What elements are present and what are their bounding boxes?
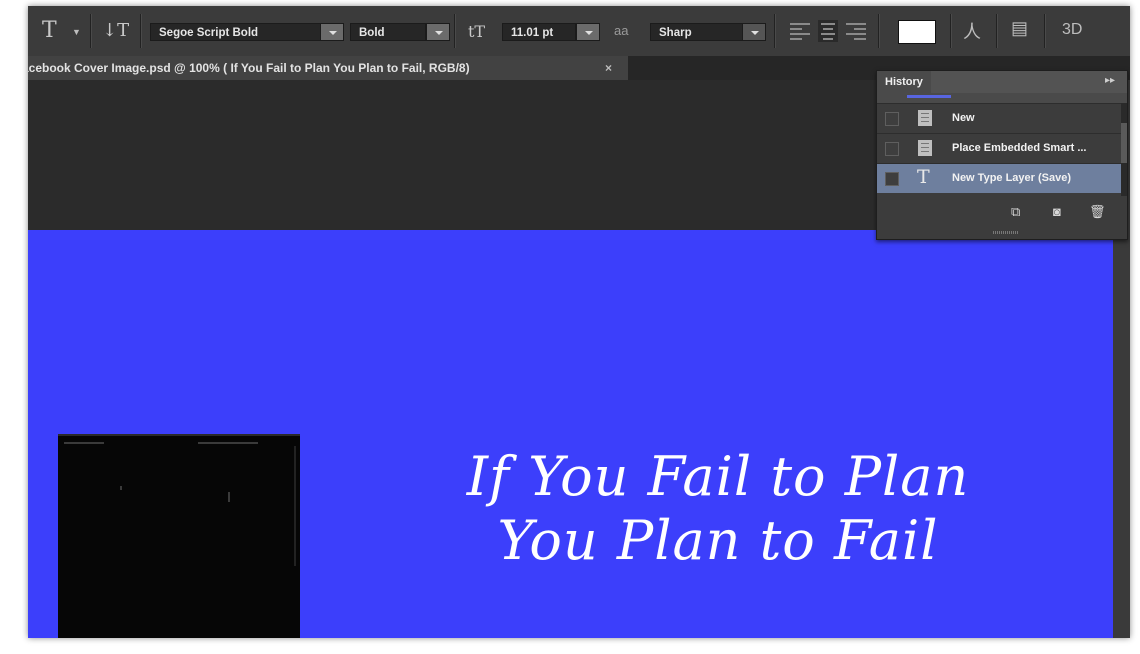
antialias-dropdown-button[interactable] [742,23,766,41]
divider [1044,14,1045,48]
document-icon [918,140,932,156]
text-orientation-icon[interactable]: ↓T [102,20,129,41]
document-tab-title: acebook Cover Image.psd @ 100% ( If You … [28,61,470,75]
font-style-field[interactable]: Bold [350,23,426,41]
close-tab-icon[interactable]: × [605,56,612,80]
panel-collapse-icon[interactable]: ▸▸ [1105,75,1115,86]
photo-detail [198,442,258,444]
font-family-field[interactable]: Segoe Script Bold [150,23,322,41]
divider [996,14,997,48]
font-size-field[interactable]: 11.01 pt [502,23,576,41]
photo-detail [120,486,122,490]
divider [878,14,879,48]
divider [90,14,91,48]
camera-icon[interactable]: ◙ [1053,204,1061,219]
history-source-checkbox[interactable] [885,142,899,156]
quote-line-1: If You Fail to Plan [466,445,970,508]
history-item-label: New Type Layer (Save) [952,172,1072,184]
photo-detail [228,492,230,502]
quote-line-2: You Plan to Fail [497,509,939,572]
photo-detail [64,442,104,444]
tool-preset-dropdown-icon[interactable]: ▼ [72,27,81,37]
text-color-swatch[interactable] [898,20,936,44]
document-tab[interactable]: acebook Cover Image.psd @ 100% ( If You … [28,56,628,80]
history-item-label: New [952,112,975,124]
type-layer-icon: T [917,166,930,188]
history-footer: ⧉ ◙ 🗑 [877,196,1127,226]
divider [774,14,775,48]
font-family-dropdown-button[interactable] [320,23,344,41]
align-center-button[interactable] [818,20,838,42]
history-source-checkbox[interactable] [885,172,899,186]
antialias-icon: aa [614,23,629,38]
type-tool-icon[interactable]: T [42,18,57,43]
photoshop-window: T ▼ ↓T Segoe Script Bold Bold tT 11.01 p… [28,6,1130,638]
divider [140,14,141,48]
placed-photo[interactable] [58,434,300,638]
history-item-new-type-layer[interactable]: T New Type Layer (Save) [877,163,1121,193]
photo-detail [294,446,296,566]
align-left-button[interactable] [790,20,810,42]
divider [454,14,455,48]
new-document-from-state-icon[interactable]: ⧉ [1011,204,1020,220]
history-item-label: Place Embedded Smart ... [952,142,1087,154]
trash-icon[interactable]: 🗑 [1089,204,1106,220]
canvas[interactable]: If You Fail to Plan You Plan to Fail [28,230,1113,638]
history-scrollbar[interactable] [1121,103,1127,196]
quote-text-layer[interactable]: If You Fail to Plan You Plan to Fail [358,445,1078,573]
history-item-place-embedded[interactable]: Place Embedded Smart ... [877,133,1121,163]
history-tab[interactable]: History [877,71,931,93]
history-panel: History ▸▸ New Place Embedded Smart ... … [876,70,1128,240]
3d-button[interactable]: 3D [1062,21,1082,39]
history-item-new[interactable]: New [877,103,1121,133]
font-size-icon: tT [468,22,486,41]
document-icon [918,110,932,126]
divider [950,14,951,48]
font-size-dropdown-button[interactable] [576,23,600,41]
align-right-button[interactable] [846,20,866,42]
warp-text-icon[interactable]: ⼈ [963,18,981,44]
panel-resize-grip[interactable] [993,231,1019,234]
snapshot-strip [877,93,1127,103]
history-panel-header: History ▸▸ [877,71,1127,94]
history-source-checkbox[interactable] [885,112,899,126]
options-bar: T ▼ ↓T Segoe Script Bold Bold tT 11.01 p… [28,6,1130,57]
font-style-dropdown-button[interactable] [426,23,450,41]
character-panels-icon[interactable]: ▤ [1011,18,1028,39]
